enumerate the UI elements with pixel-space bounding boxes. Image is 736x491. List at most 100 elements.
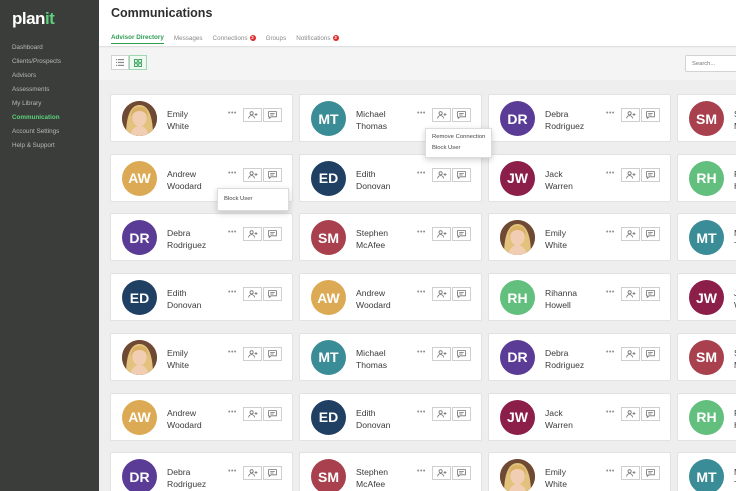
send-message-button[interactable] — [263, 167, 282, 182]
add-connection-button[interactable] — [621, 227, 640, 242]
more-dots-icon[interactable]: ••• — [228, 289, 237, 296]
send-message-button[interactable] — [641, 167, 660, 182]
advisor-card[interactable]: ED Edith Donovan ••• — [299, 153, 482, 202]
add-connection-button[interactable] — [432, 406, 451, 421]
advisor-card[interactable]: Emily White ••• — [110, 332, 293, 381]
more-dots-icon[interactable]: ••• — [228, 170, 237, 177]
send-message-button[interactable] — [263, 346, 282, 361]
add-connection-button[interactable] — [243, 466, 262, 481]
send-message-button[interactable] — [263, 466, 282, 481]
more-dots-icon[interactable]: ••• — [417, 110, 426, 117]
advisor-card[interactable]: MT Michael Thomas ••• — [299, 332, 482, 381]
send-message-button[interactable] — [452, 406, 471, 421]
advisor-card[interactable]: Emily White ••• — [110, 94, 293, 142]
tab-advisor-directory[interactable]: Advisor Directory — [111, 32, 164, 44]
more-dots-icon[interactable]: ••• — [606, 170, 615, 177]
add-connection-button[interactable] — [621, 466, 640, 481]
tab-connections[interactable]: Connections 2 — [213, 32, 256, 44]
send-message-button[interactable] — [641, 346, 660, 361]
grid-view-button[interactable] — [129, 55, 147, 70]
advisor-card[interactable]: Emily White ••• — [488, 452, 671, 491]
block-user-menu-item[interactable]: Block User — [218, 194, 288, 205]
send-message-button[interactable] — [263, 108, 282, 122]
tab-groups[interactable]: Groups — [266, 32, 287, 44]
add-connection-button[interactable] — [621, 167, 640, 182]
more-dots-icon[interactable]: ••• — [606, 349, 615, 356]
advisor-card[interactable]: SMSM••• — [677, 332, 736, 381]
advisor-card[interactable]: ED Edith Donovan ••• — [299, 392, 482, 441]
send-message-button[interactable] — [641, 406, 660, 421]
sidebar-item-communication[interactable]: Communication — [12, 113, 61, 127]
advisor-card[interactable]: JW Jack Warren ••• — [488, 392, 671, 441]
advisor-card[interactable]: DR Debra Rodriguez ••• — [110, 213, 293, 262]
sidebar-item-my-library[interactable]: My Library — [12, 99, 61, 113]
advisor-card[interactable]: RHRH••• — [677, 392, 736, 441]
add-connection-button[interactable] — [243, 346, 262, 361]
sidebar-item-clients-prospects[interactable]: Clients/Prospects — [12, 57, 61, 71]
more-dots-icon[interactable]: ••• — [417, 349, 426, 356]
advisor-card[interactable]: DR Debra Rodriguez ••• — [488, 94, 671, 142]
add-connection-button[interactable] — [432, 108, 451, 122]
remove-connection-menu-item[interactable]: Remove Connection — [426, 132, 491, 143]
sidebar-item-account-settings[interactable]: Account Settings — [12, 127, 61, 141]
add-connection-button[interactable] — [243, 287, 262, 302]
send-message-button[interactable] — [641, 227, 660, 242]
add-connection-button[interactable] — [432, 227, 451, 242]
more-dots-icon[interactable]: ••• — [417, 468, 426, 475]
send-message-button[interactable] — [641, 287, 660, 302]
send-message-button[interactable] — [452, 346, 471, 361]
more-dots-icon[interactable]: ••• — [417, 229, 426, 236]
send-message-button[interactable] — [263, 287, 282, 302]
tab-messages[interactable]: Messages — [174, 32, 203, 44]
advisor-card[interactable]: Emily White ••• — [488, 213, 671, 262]
add-connection-button[interactable] — [243, 108, 262, 122]
add-connection-button[interactable] — [432, 346, 451, 361]
sidebar-item-help-support[interactable]: Help & Support — [12, 141, 61, 155]
more-dots-icon[interactable]: ••• — [606, 289, 615, 296]
send-message-button[interactable] — [452, 287, 471, 302]
send-message-button[interactable] — [452, 167, 471, 182]
add-connection-button[interactable] — [243, 167, 262, 182]
add-connection-button[interactable] — [432, 167, 451, 182]
block-user-menu-item[interactable]: Block User — [426, 143, 491, 154]
advisor-card[interactable]: RHRH••• — [677, 153, 736, 202]
advisor-card[interactable]: DR Debra Rodriguez ••• — [488, 332, 671, 381]
more-dots-icon[interactable]: ••• — [606, 409, 615, 416]
send-message-button[interactable] — [641, 466, 660, 481]
more-dots-icon[interactable]: ••• — [606, 468, 615, 475]
send-message-button[interactable] — [263, 227, 282, 242]
more-dots-icon[interactable]: ••• — [228, 229, 237, 236]
add-connection-button[interactable] — [621, 406, 640, 421]
advisor-card[interactable]: AW Andrew Woodard ••• — [299, 273, 482, 322]
sidebar-item-dashboard[interactable]: Dashboard — [12, 43, 61, 57]
send-message-button[interactable] — [263, 406, 282, 421]
advisor-card[interactable]: RH Rihanna Howell ••• — [488, 273, 671, 322]
advisor-card[interactable]: SM Stephen McAfee ••• — [299, 213, 482, 262]
send-message-button[interactable] — [452, 466, 471, 481]
tab-notifications[interactable]: Notifications 3 — [296, 32, 339, 44]
more-dots-icon[interactable]: ••• — [228, 110, 237, 117]
list-view-button[interactable] — [111, 55, 129, 70]
more-dots-icon[interactable]: ••• — [228, 409, 237, 416]
advisor-card[interactable]: AW Andrew Woodard ••• — [110, 392, 293, 441]
more-dots-icon[interactable]: ••• — [606, 229, 615, 236]
advisor-card[interactable]: ED Edith Donovan ••• — [110, 273, 293, 322]
add-connection-button[interactable] — [621, 346, 640, 361]
send-message-button[interactable] — [641, 108, 660, 122]
more-dots-icon[interactable]: ••• — [228, 349, 237, 356]
search-input[interactable] — [685, 55, 736, 72]
advisor-card[interactable]: MTMT••• — [677, 213, 736, 262]
advisor-card[interactable]: JW Jack Warren ••• — [488, 153, 671, 202]
add-connection-button[interactable] — [432, 287, 451, 302]
add-connection-button[interactable] — [243, 406, 262, 421]
advisor-card[interactable]: SMSM••• — [677, 94, 736, 142]
sidebar-item-assessments[interactable]: Assessments — [12, 85, 61, 99]
advisor-card[interactable]: DR Debra Rodriguez ••• — [110, 452, 293, 491]
more-dots-icon[interactable]: ••• — [228, 468, 237, 475]
more-dots-icon[interactable]: ••• — [417, 170, 426, 177]
advisor-card[interactable]: MTMT••• — [677, 452, 736, 491]
add-connection-button[interactable] — [243, 227, 262, 242]
planit-logo[interactable]: planit — [12, 9, 55, 29]
more-dots-icon[interactable]: ••• — [417, 409, 426, 416]
send-message-button[interactable] — [452, 108, 471, 122]
